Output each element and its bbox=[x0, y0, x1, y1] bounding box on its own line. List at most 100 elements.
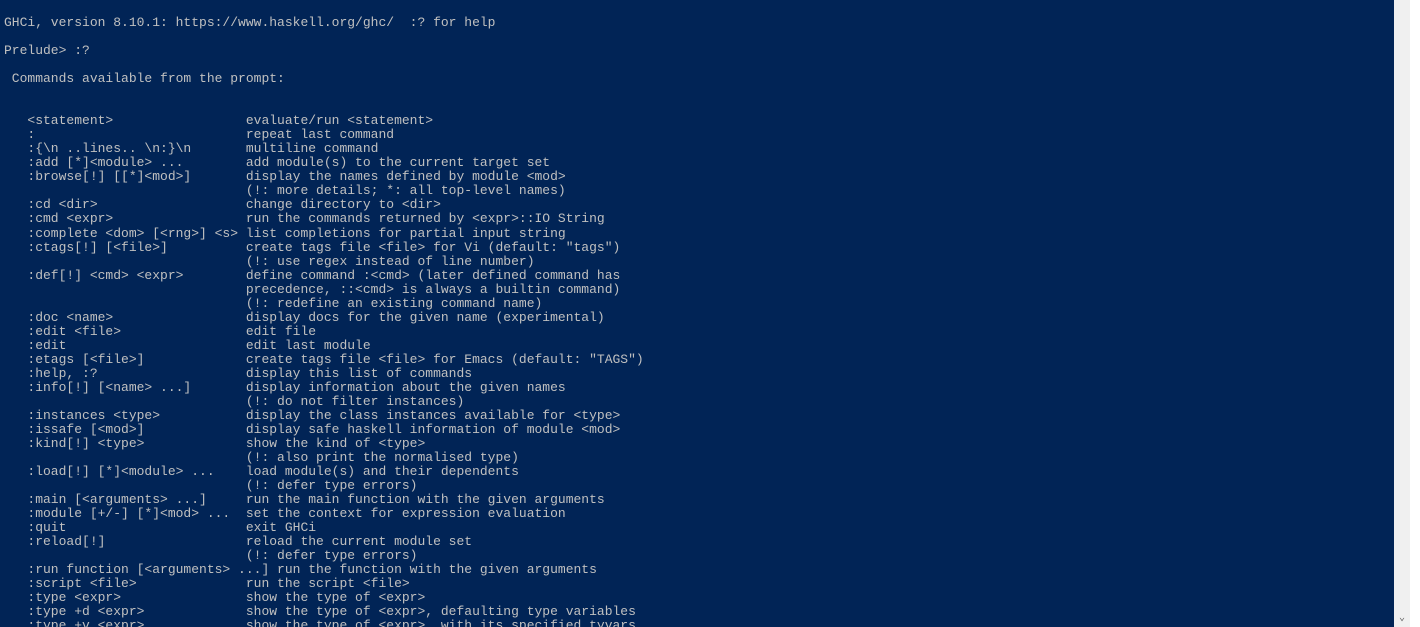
help-description: define command :<cmd> (later defined com… bbox=[246, 268, 620, 283]
help-row: :cd <dir> change directory to <dir> bbox=[4, 198, 1394, 212]
help-description: precedence, ::<cmd> is always a builtin … bbox=[246, 282, 620, 297]
help-row: :type <expr> show the type of <expr> bbox=[4, 591, 1394, 605]
help-row: (!: redefine an existing command name) bbox=[4, 297, 1394, 311]
help-row: (!: also print the normalised type) bbox=[4, 451, 1394, 465]
help-row: :ctags[!] [<file>] create tags file <fil… bbox=[4, 241, 1394, 255]
help-description: run the function with the given argument… bbox=[277, 562, 597, 577]
help-description: edit file bbox=[246, 324, 316, 339]
help-command: :doc <name> bbox=[4, 310, 246, 325]
help-command bbox=[4, 394, 246, 409]
help-description: list completions for partial input strin… bbox=[246, 226, 566, 241]
help-command: :{\n ..lines.. \n:}\n bbox=[4, 141, 246, 156]
help-row: :def[!] <cmd> <expr> define command :<cm… bbox=[4, 269, 1394, 283]
help-row: :issafe [<mod>] display safe haskell inf… bbox=[4, 423, 1394, 437]
help-row: : repeat last command bbox=[4, 128, 1394, 142]
help-command: :def[!] <cmd> <expr> bbox=[4, 268, 246, 283]
help-command: :add [*]<module> ... bbox=[4, 155, 246, 170]
help-description: (!: do not filter instances) bbox=[246, 394, 464, 409]
help-row: :main [<arguments> ...] run the main fun… bbox=[4, 493, 1394, 507]
help-command: :reload[!] bbox=[4, 534, 246, 549]
help-row: :info[!] [<name> ...] display informatio… bbox=[4, 381, 1394, 395]
help-description: create tags file <file> for Emacs (defau… bbox=[246, 352, 644, 367]
help-row: (!: do not filter instances) bbox=[4, 395, 1394, 409]
help-row: :reload[!] reload the current module set bbox=[4, 535, 1394, 549]
ghci-version-line: GHCi, version 8.10.1: https://www.haskel… bbox=[4, 16, 1394, 30]
help-row: :help, :? display this list of commands bbox=[4, 367, 1394, 381]
help-command: :main [<arguments> ...] bbox=[4, 492, 246, 507]
help-command: <statement> bbox=[4, 113, 246, 128]
help-row: precedence, ::<cmd> is always a builtin … bbox=[4, 283, 1394, 297]
help-row: :load[!] [*]<module> ... load module(s) … bbox=[4, 465, 1394, 479]
help-description: display the class instances available fo… bbox=[246, 408, 620, 423]
help-command: :browse[!] [[*]<mod>] bbox=[4, 169, 246, 184]
help-description: display this list of commands bbox=[246, 366, 472, 381]
help-description: evaluate/run <statement> bbox=[246, 113, 433, 128]
help-row: :kind[!] <type> show the kind of <type> bbox=[4, 437, 1394, 451]
help-command: :type <expr> bbox=[4, 590, 246, 605]
help-description: show the type of <expr>, defaulting type… bbox=[246, 604, 636, 619]
help-row: :script <file> run the script <file> bbox=[4, 577, 1394, 591]
help-row: :add [*]<module> ... add module(s) to th… bbox=[4, 156, 1394, 170]
help-description: add module(s) to the current target set bbox=[246, 155, 550, 170]
help-command bbox=[4, 282, 246, 297]
help-command: :edit <file> bbox=[4, 324, 246, 339]
help-command: :run function [<arguments> ...] bbox=[4, 562, 277, 577]
help-command: :quit bbox=[4, 520, 246, 535]
help-description: (!: also print the normalised type) bbox=[246, 450, 519, 465]
commands-heading: Commands available from the prompt: bbox=[4, 72, 1394, 86]
help-row: :edit edit last module bbox=[4, 339, 1394, 353]
help-description: run the script <file> bbox=[246, 576, 410, 591]
help-row: :edit <file> edit file bbox=[4, 325, 1394, 339]
scroll-down-button[interactable]: ⌄ bbox=[1394, 611, 1410, 627]
help-description: load module(s) and their dependents bbox=[246, 464, 519, 479]
help-row: :browse[!] [[*]<mod>] display the names … bbox=[4, 170, 1394, 184]
help-description: (!: redefine an existing command name) bbox=[246, 296, 542, 311]
help-description: display docs for the given name (experim… bbox=[246, 310, 605, 325]
help-description: run the main function with the given arg… bbox=[246, 492, 605, 507]
help-row: :quit exit GHCi bbox=[4, 521, 1394, 535]
help-description: display the names defined by module <mod… bbox=[246, 169, 566, 184]
help-command: :info[!] [<name> ...] bbox=[4, 380, 246, 395]
help-row: :instances <type> display the class inst… bbox=[4, 409, 1394, 423]
help-description: (!: more details; *: all top-level names… bbox=[246, 183, 566, 198]
ghci-terminal[interactable]: GHCi, version 8.10.1: https://www.haskel… bbox=[0, 0, 1394, 627]
help-row: :doc <name> display docs for the given n… bbox=[4, 311, 1394, 325]
help-command: :script <file> bbox=[4, 576, 246, 591]
help-command bbox=[4, 478, 246, 493]
help-command: :help, :? bbox=[4, 366, 246, 381]
help-description: (!: defer type errors) bbox=[246, 478, 418, 493]
help-description: display information about the given name… bbox=[246, 380, 566, 395]
chevron-down-icon: ⌄ bbox=[1399, 614, 1405, 625]
help-command: :type +v <expr> bbox=[4, 618, 246, 627]
help-command: :module [+/-] [*]<mod> ... bbox=[4, 506, 246, 521]
help-command: : bbox=[4, 127, 246, 142]
help-description: set the context for expression evaluatio… bbox=[246, 506, 566, 521]
help-description: edit last module bbox=[246, 338, 371, 353]
help-row: <statement> evaluate/run <statement> bbox=[4, 114, 1394, 128]
help-description: create tags file <file> for Vi (default:… bbox=[246, 240, 620, 255]
help-row: :type +v <expr> show the type of <expr>,… bbox=[4, 619, 1394, 627]
help-description: change directory to <dir> bbox=[246, 197, 441, 212]
help-description: (!: defer type errors) bbox=[246, 548, 418, 563]
help-description: show the type of <expr> bbox=[246, 590, 425, 605]
help-row: :cmd <expr> run the commands returned by… bbox=[4, 212, 1394, 226]
help-command: :load[!] [*]<module> ... bbox=[4, 464, 246, 479]
help-row: (!: use regex instead of line number) bbox=[4, 255, 1394, 269]
help-command: :complete <dom> [<rng>] <s> bbox=[4, 226, 246, 241]
help-description: (!: use regex instead of line number) bbox=[246, 254, 535, 269]
help-command: :ctags[!] [<file>] bbox=[4, 240, 246, 255]
vertical-scrollbar[interactable]: ⌄ bbox=[1394, 0, 1410, 627]
help-command bbox=[4, 183, 246, 198]
help-command: :issafe [<mod>] bbox=[4, 422, 246, 437]
help-command: :kind[!] <type> bbox=[4, 436, 246, 451]
help-command bbox=[4, 254, 246, 269]
help-command: :edit bbox=[4, 338, 246, 353]
help-description: reload the current module set bbox=[246, 534, 472, 549]
help-row: :type +d <expr> show the type of <expr>,… bbox=[4, 605, 1394, 619]
help-description: repeat last command bbox=[246, 127, 394, 142]
help-command bbox=[4, 296, 246, 311]
help-row: (!: more details; *: all top-level names… bbox=[4, 184, 1394, 198]
help-row: :complete <dom> [<rng>] <s> list complet… bbox=[4, 227, 1394, 241]
ghci-prompt-line: Prelude> :? bbox=[4, 44, 1394, 58]
help-row: (!: defer type errors) bbox=[4, 479, 1394, 493]
